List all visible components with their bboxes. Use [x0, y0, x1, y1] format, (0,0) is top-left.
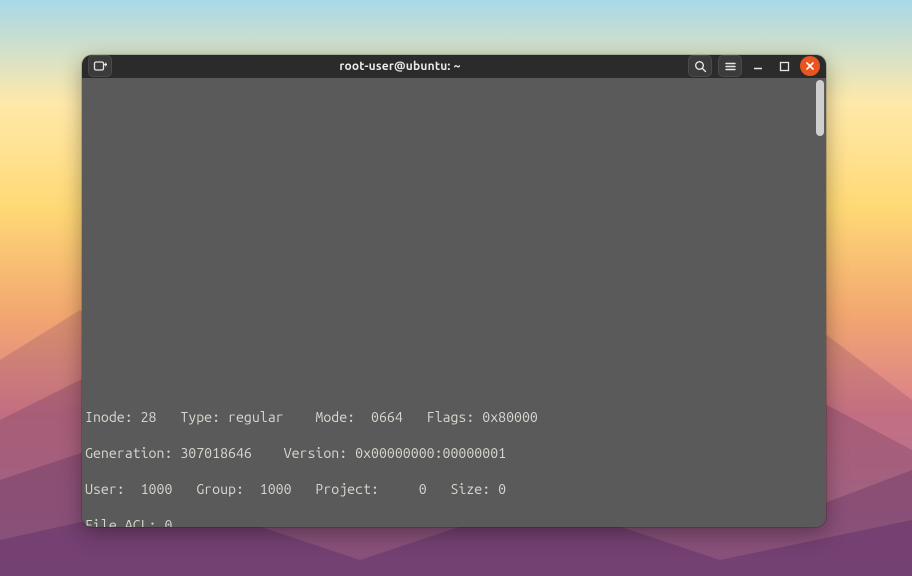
output-line: Generation: 307018646 Version: 0x0000000…	[85, 444, 826, 462]
maximize-icon	[779, 61, 790, 72]
terminal-viewport[interactable]: Inode: 28 Type: regular Mode: 0664 Flags…	[82, 77, 826, 527]
blank-line	[85, 156, 826, 174]
close-button[interactable]	[800, 56, 820, 76]
hamburger-icon	[724, 60, 737, 73]
window-titlebar: root-user@ubuntu: ~	[82, 55, 826, 77]
menu-button[interactable]	[718, 55, 742, 77]
blank-line	[85, 264, 826, 282]
blank-line	[85, 120, 826, 138]
new-tab-button[interactable]	[88, 55, 112, 77]
window-title: root-user@ubuntu: ~	[118, 60, 682, 73]
blank-line	[85, 336, 826, 354]
blank-line	[85, 228, 826, 246]
minimize-icon	[752, 60, 764, 72]
blank-line	[85, 372, 826, 390]
output-line: Inode: 28 Type: regular Mode: 0664 Flags…	[85, 408, 826, 426]
output-line: File ACL: 0	[85, 516, 826, 527]
terminal-window: root-user@ubuntu: ~	[82, 55, 826, 527]
search-icon	[694, 60, 707, 73]
search-button[interactable]	[688, 55, 712, 77]
vertical-scrollbar[interactable]	[816, 80, 824, 136]
new-tab-icon	[93, 59, 107, 73]
blank-line	[85, 192, 826, 210]
blank-line	[85, 300, 826, 318]
close-icon	[805, 61, 815, 71]
output-line: User: 1000 Group: 1000 Project: 0 Size: …	[85, 480, 826, 498]
minimize-button[interactable]	[748, 56, 768, 76]
maximize-button[interactable]	[774, 56, 794, 76]
